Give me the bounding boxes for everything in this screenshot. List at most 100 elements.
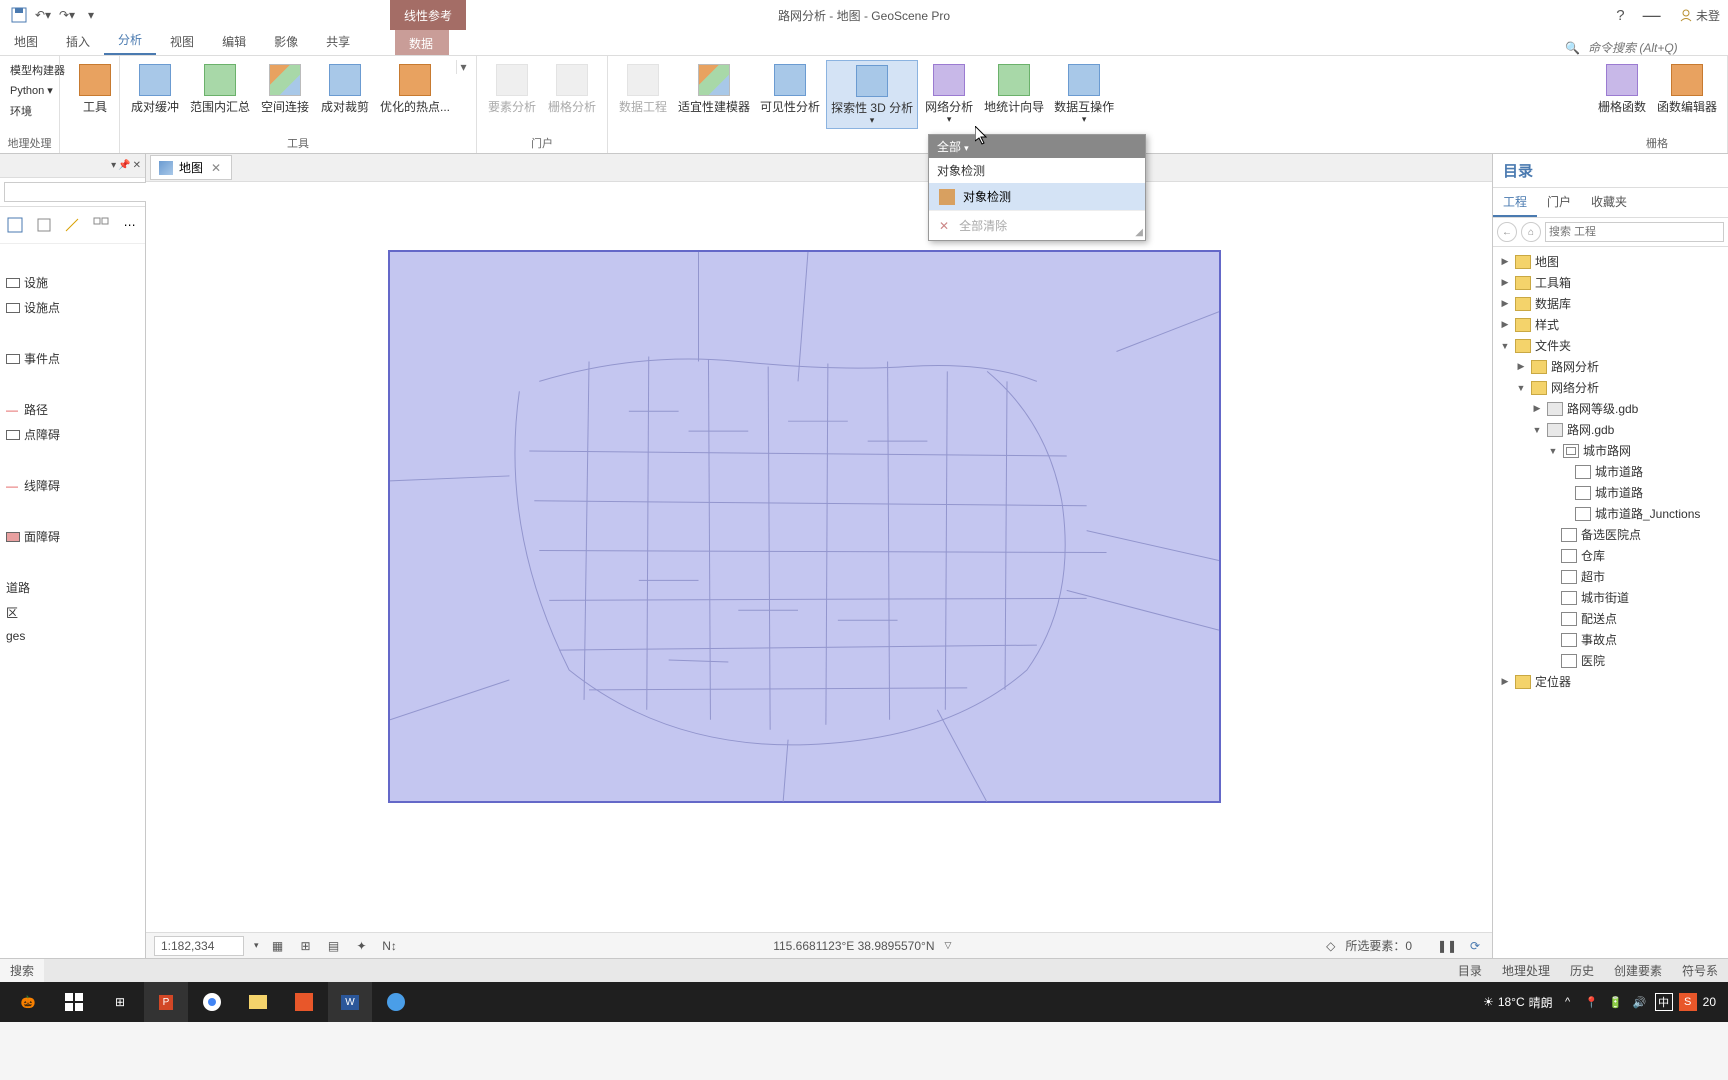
toc-tool4-icon[interactable] [90,213,113,237]
status-tool-snap-icon[interactable]: ⊞ [297,937,315,955]
btn-environment[interactable]: 环境 [6,101,36,121]
tray-battery-icon[interactable]: 🔋 [1607,993,1625,1011]
qat-save-icon[interactable] [8,4,30,26]
pane-pin-icon[interactable]: 📌 [118,160,130,171]
toc-layer[interactable]: —路径 [0,397,145,422]
tab-view[interactable]: 视图 [156,28,208,55]
dropdown-clear-all[interactable]: ✕全部清除 [929,210,1145,240]
tree-databases[interactable]: ▶数据库 [1495,293,1726,314]
tree-styles[interactable]: ▶样式 [1495,314,1726,335]
toc-layer[interactable]: 事件点 [0,346,145,371]
taskbar-app-orange[interactable] [282,982,326,1022]
pause-draw-icon[interactable]: ❚❚ [1438,937,1456,955]
toc-layer[interactable]: 面障碍 [0,524,145,549]
tree-fc[interactable]: 超市 [1495,566,1726,587]
toc-layer[interactable]: 设施 [0,270,145,295]
tab-insert[interactable]: 插入 [52,28,104,55]
toc-tool1-icon[interactable] [4,213,27,237]
map-tab-close-icon[interactable]: ✕ [209,161,223,175]
dropdown-header[interactable]: 全部 ▾ [929,135,1145,158]
tools-group-expand[interactable]: ▾ [456,60,470,74]
context-tab-data[interactable]: 数据 [395,30,449,55]
refresh-icon[interactable]: ⟳ [1466,937,1484,955]
tab-analysis[interactable]: 分析 [104,26,156,55]
tree-gdb-grade[interactable]: ▶路网等级.gdb [1495,398,1726,419]
tree-fc[interactable]: 医院 [1495,650,1726,671]
toc-tool3-icon[interactable] [61,213,84,237]
btn-raster-func[interactable]: 栅格函数 [1593,60,1651,116]
catalog-nav-home-icon[interactable]: ⌂ [1521,222,1541,242]
taskbar-app-edge[interactable] [374,982,418,1022]
tab-imagery[interactable]: 影像 [260,28,312,55]
catalog-tab-project[interactable]: 工程 [1493,188,1537,217]
tab-share[interactable]: 共享 [312,28,364,55]
tab-edit[interactable]: 编辑 [208,28,260,55]
btn-interop[interactable]: 数据互操作▾ [1050,60,1118,127]
resize-handle-icon[interactable]: ◢ [1135,227,1143,238]
qat-customize-icon[interactable]: ▾ [80,4,102,26]
toc-tool-more-icon[interactable]: ⋯ [118,213,141,237]
btn-visibility[interactable]: 可见性分析 [756,60,824,116]
bottom-left-search[interactable]: 搜索 [0,959,44,982]
catalog-tab-favorites[interactable]: 收藏夹 [1581,188,1637,217]
qat-redo-icon[interactable]: ↷▾ [56,4,78,26]
toc-layer[interactable]: 设施点 [0,295,145,320]
search-icon[interactable]: 🔍 [1565,41,1580,55]
taskbar-app-explorer[interactable] [236,982,280,1022]
taskbar-start-icon[interactable] [52,982,96,1022]
btn-exploratory-3d[interactable]: 探索性 3D 分析▾ [826,60,918,129]
catalog-tab-portal[interactable]: 门户 [1537,188,1581,217]
status-tool-constraint-icon[interactable]: ▦ [269,937,287,955]
btn-tools[interactable]: 工具 [66,60,124,116]
toc-layer[interactable]: 区 [0,600,145,625]
pane-close-icon[interactable]: ✕ [133,160,141,171]
btn-pair-buffer[interactable]: 成对缓冲 [126,60,184,116]
bottom-tab-history[interactable]: 历史 [1560,959,1604,982]
tree-folder-network[interactable]: ▼网络分析 [1495,377,1726,398]
tree-fc[interactable]: 配送点 [1495,608,1726,629]
tree-fc[interactable]: 城市道路_Junctions [1495,503,1726,524]
catalog-nav-back-icon[interactable]: ← [1497,222,1517,242]
bottom-tab-catalog[interactable]: 目录 [1448,959,1492,982]
pane-options-icon[interactable]: ▾ [111,160,116,171]
btn-func-editor[interactable]: 函数编辑器 [1653,60,1721,116]
scale-input[interactable]: 1:182,334 [154,936,244,956]
map-canvas[interactable] [146,182,1492,932]
taskbar-app-pumpkin[interactable]: 🎃 [6,982,50,1022]
bottom-tab-create[interactable]: 创建要素 [1604,959,1672,982]
status-tool-grid-icon[interactable]: ▤ [325,937,343,955]
tree-fc[interactable]: 仓库 [1495,545,1726,566]
btn-network-analysis[interactable]: 网络分析▾ [920,60,978,127]
btn-geostats[interactable]: 地统计向导 [980,60,1048,116]
tray-volume-icon[interactable]: 🔊 [1631,993,1649,1011]
bottom-tab-symbology[interactable]: 符号系 [1672,959,1728,982]
tree-fc[interactable]: 备选医院点 [1495,524,1726,545]
toc-layer[interactable]: ges [0,625,145,647]
tray-expand-icon[interactable]: ^ [1559,993,1577,1011]
btn-spatial-join[interactable]: 空间连接 [256,60,314,116]
taskbar-app-chrome[interactable] [190,982,234,1022]
dropdown-item-object-detect[interactable]: 对象检测 [929,183,1145,210]
qat-undo-icon[interactable]: ↶▾ [32,4,54,26]
tree-folders[interactable]: ▼文件夹 [1495,335,1726,356]
tab-map[interactable]: 地图 [0,28,52,55]
taskbar-time[interactable]: 20 [1703,995,1716,1009]
toc-layer[interactable]: 点障碍 [0,422,145,447]
tree-fc[interactable]: 城市街道 [1495,587,1726,608]
coords-dropdown-icon[interactable]: ▽ [945,940,952,951]
catalog-search-input[interactable] [1545,222,1724,242]
tray-ime-icon[interactable]: 中 [1655,993,1673,1011]
command-search-input[interactable] [1588,41,1718,55]
map-tab[interactable]: 地图 ✕ [150,155,232,180]
taskbar-app-word[interactable]: W [328,982,372,1022]
tree-toolboxes[interactable]: ▶工具箱 [1495,272,1726,293]
tree-folder-roadanalysis[interactable]: ▶路网分析 [1495,356,1726,377]
taskbar-weather[interactable]: ☀ 18°C 晴朗 [1483,994,1553,1011]
selection-icon[interactable]: ◇ [1326,939,1335,953]
status-tool-dynamic-icon[interactable]: ✦ [353,937,371,955]
taskbar-taskview-icon[interactable]: ⊞ [98,982,142,1022]
btn-pair-clip[interactable]: 成对裁剪 [316,60,374,116]
toc-tool2-icon[interactable] [33,213,56,237]
tree-fc[interactable]: 城市道路 [1495,461,1726,482]
toc-layer[interactable]: 道路 [0,575,145,600]
